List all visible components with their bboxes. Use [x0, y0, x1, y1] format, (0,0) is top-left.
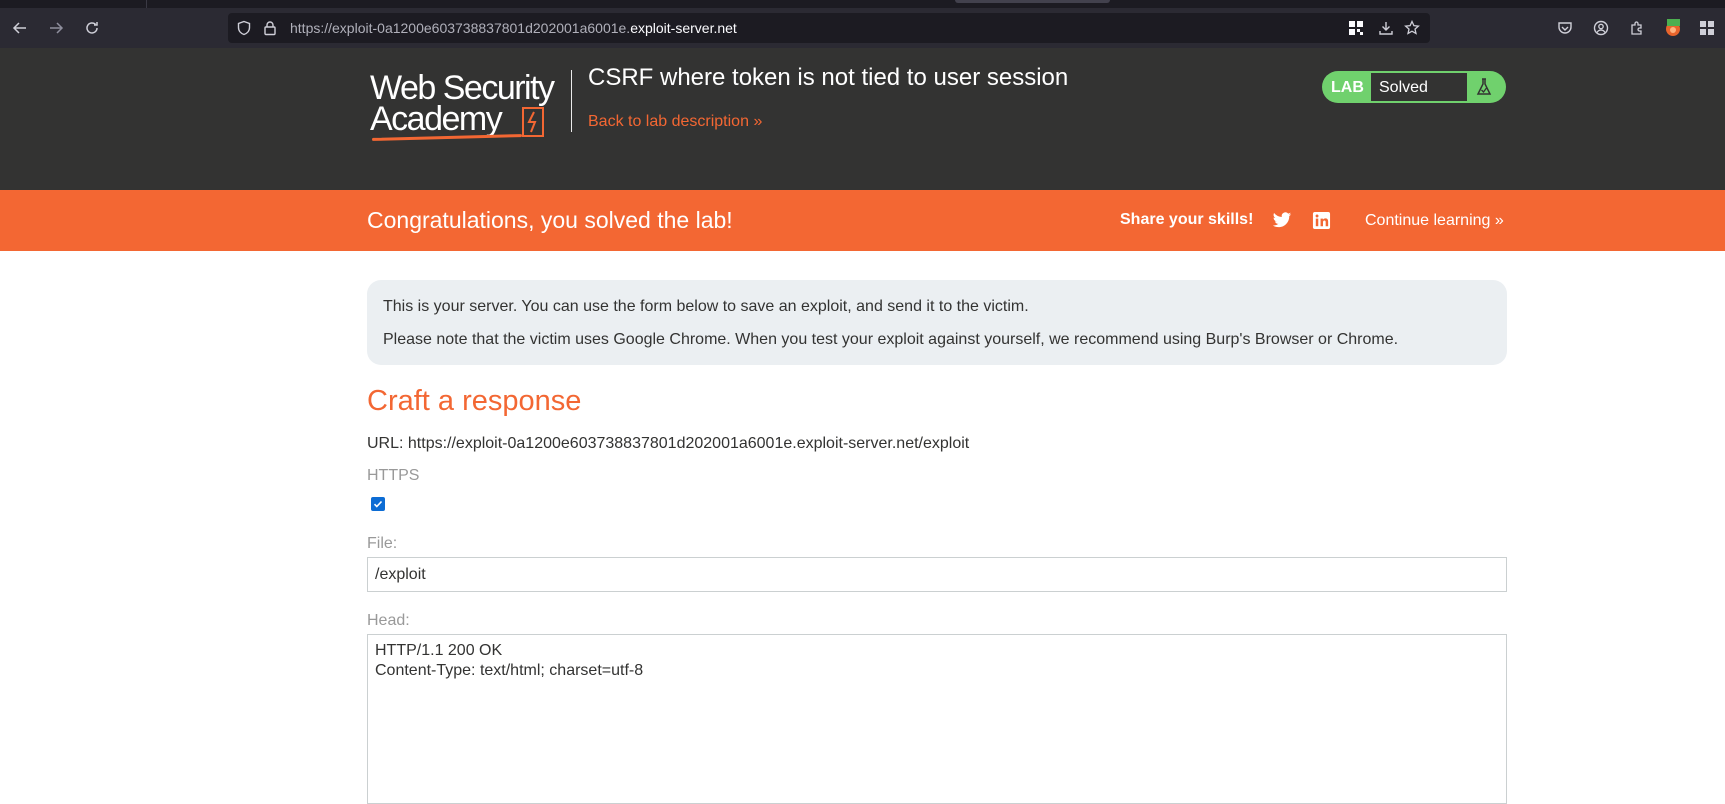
continue-learning-link[interactable]: Continue learning » — [1365, 212, 1504, 230]
back-to-lab-description-link[interactable]: Back to lab description » — [588, 113, 762, 131]
checkmark-icon — [373, 500, 383, 508]
shield-icon[interactable] — [234, 18, 254, 38]
browser-toolbar: https://exploit-0a1200e603738837801d2020… — [0, 8, 1725, 48]
back-link-label: Back to lab description — [588, 113, 749, 130]
lab-status-box: Solved — [1371, 73, 1467, 101]
https-checkbox[interactable] — [371, 497, 385, 511]
file-input[interactable] — [367, 557, 1507, 592]
congratulations-message: Congratulations, you solved the lab! — [367, 207, 733, 233]
head-line-2: Content-Type: text/html; charset=utf-8 — [375, 662, 644, 679]
flask-icon — [1474, 77, 1494, 97]
tab-separator — [146, 0, 147, 8]
lab-status-text: Solved — [1379, 79, 1428, 96]
back-icon[interactable] — [10, 18, 30, 38]
lock-icon[interactable] — [260, 18, 280, 38]
burp-extension-icon[interactable] — [1663, 18, 1683, 38]
extensions-icon[interactable] — [1627, 18, 1647, 38]
head-line-1: HTTP/1.1 200 OK — [375, 642, 503, 659]
url-bar[interactable]: https://exploit-0a1200e603738837801d2020… — [228, 13, 1430, 43]
url-prefix: https://exploit-0a1200e603738837801d2020… — [290, 20, 631, 36]
lab-badge-label: LAB — [1331, 79, 1364, 96]
file-label: File: — [367, 535, 398, 552]
linkedin-icon[interactable] — [1310, 209, 1332, 231]
logo-bolt-icon — [522, 107, 544, 137]
qr-code-icon[interactable] — [1346, 18, 1366, 38]
server-info-box: This is your server. You can use the for… — [367, 280, 1507, 365]
head-textarea[interactable]: HTTP/1.1 200 OK Content-Type: text/html;… — [367, 634, 1507, 804]
lab-status-badge: LAB Solved — [1322, 71, 1506, 103]
logo-line-2: Academy — [370, 100, 503, 138]
url-text[interactable]: https://exploit-0a1200e603738837801d2020… — [290, 20, 737, 36]
craft-response-heading: Craft a response — [367, 385, 582, 417]
download-icon[interactable] — [1376, 18, 1396, 38]
pocket-icon[interactable] — [1555, 18, 1575, 38]
url-domain: exploit-server.net — [630, 20, 737, 36]
forward-icon[interactable] — [46, 18, 66, 38]
reload-icon[interactable] — [82, 18, 102, 38]
continue-chevrons-icon: » — [1494, 212, 1504, 229]
continue-learning-label: Continue learning — [1365, 212, 1491, 229]
active-tab-indicator[interactable] — [955, 0, 1110, 3]
https-label: HTTPS — [367, 467, 420, 484]
bookmark-star-icon[interactable] — [1402, 18, 1422, 38]
lab-header: Web Security Academy CSRF where token is… — [0, 48, 1725, 190]
congratulations-banner: Congratulations, you solved the lab! Sha… — [0, 190, 1725, 251]
share-skills-label: Share your skills! — [1120, 211, 1254, 228]
server-info-line-1: This is your server. You can use the for… — [383, 298, 1029, 315]
head-label: Head: — [367, 612, 410, 629]
web-security-academy-logo[interactable]: Web Security Academy — [370, 70, 570, 141]
account-icon[interactable] — [1591, 18, 1611, 38]
menu-icon[interactable] — [1697, 18, 1717, 38]
tab-strip — [0, 0, 1725, 8]
twitter-icon[interactable] — [1271, 209, 1293, 231]
back-link-chevrons-icon: » — [753, 113, 763, 130]
lab-title: CSRF where token is not tied to user ses… — [588, 64, 1069, 91]
server-info-line-2: Please note that the victim uses Google … — [383, 331, 1399, 348]
exploit-url-line: URL: https://exploit-0a1200e603738837801… — [367, 435, 970, 452]
header-divider — [571, 70, 572, 132]
